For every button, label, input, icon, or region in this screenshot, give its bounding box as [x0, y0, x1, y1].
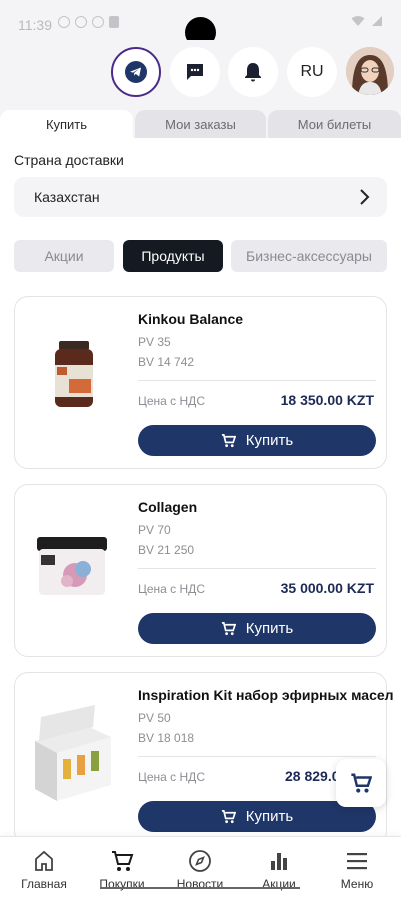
- cart-icon: [221, 622, 236, 636]
- product-pv: PV 35: [138, 335, 171, 349]
- buy-button[interactable]: Купить: [138, 613, 376, 644]
- product-name: Collagen: [138, 499, 198, 515]
- home-icon: [35, 850, 53, 871]
- product-pv: PV 70: [138, 523, 171, 537]
- product-pv: PV 50: [138, 711, 171, 725]
- avatar-image: [346, 47, 394, 95]
- status-time: 11:39: [18, 17, 52, 33]
- avatar[interactable]: [346, 47, 394, 95]
- filter-business-accessories[interactable]: Бизнес-аксессуары: [231, 240, 387, 272]
- main-tabs: Купить Мои заказы Мои билеты: [0, 110, 401, 138]
- cart-icon: [221, 434, 236, 448]
- nav-home[interactable]: Главная: [4, 837, 84, 900]
- buy-button-label: Купить: [245, 808, 294, 825]
- status-notification-icons: [58, 16, 119, 28]
- notification-icon: [75, 16, 87, 28]
- country-selector[interactable]: Казахстан: [14, 177, 387, 217]
- floating-cart-button[interactable]: [336, 759, 386, 807]
- tab-buy[interactable]: Купить: [0, 110, 133, 138]
- buy-button-label: Купить: [245, 432, 294, 449]
- chat-button[interactable]: [170, 47, 220, 97]
- compass-icon: [189, 850, 211, 872]
- nav-purchases[interactable]: Покупки: [82, 837, 162, 900]
- notification-icon: [92, 16, 104, 28]
- product-image: [37, 537, 107, 595]
- product-card[interactable]: Collagen PV 70 BV 21 250 Цена с НДС 35 0…: [14, 484, 387, 657]
- language-button[interactable]: RU: [287, 47, 337, 97]
- wifi-icon: [351, 16, 365, 26]
- price-label: Цена с НДС: [138, 394, 205, 408]
- cart-icon: [112, 851, 134, 871]
- telegram-icon: [125, 61, 147, 83]
- divider: [138, 380, 376, 381]
- buy-button-label: Купить: [245, 620, 294, 637]
- product-price: 28 829.0: [285, 768, 340, 784]
- delivery-country-label: Страна доставки: [14, 152, 124, 168]
- product-price: 18 350.00 KZT: [280, 392, 374, 408]
- product-bv: BV 14 742: [138, 355, 195, 369]
- price-label: Цена с НДС: [138, 770, 205, 784]
- gesture-bar: [100, 887, 300, 889]
- nav-promotions[interactable]: Акции: [239, 837, 319, 900]
- country-value: Казахстан: [34, 189, 100, 205]
- top-header: RU: [0, 40, 401, 110]
- divider: [138, 568, 376, 569]
- tab-my-tickets[interactable]: Мои билеты: [268, 110, 401, 138]
- product-bv: BV 18 018: [138, 731, 195, 745]
- price-label: Цена с НДС: [138, 582, 205, 596]
- product-name: Inspiration Kit набор эфирных масел: [138, 687, 394, 703]
- buy-button[interactable]: Купить: [138, 425, 376, 456]
- telegram-button[interactable]: [111, 47, 161, 97]
- notification-icon: [109, 16, 119, 28]
- menu-icon: [347, 853, 367, 870]
- product-name: Kinkou Balance: [138, 311, 244, 327]
- product-price: 35 000.00 KZT: [280, 580, 374, 596]
- nav-menu[interactable]: Меню: [317, 837, 397, 900]
- filter-promotions[interactable]: Акции: [14, 240, 114, 272]
- tab-my-orders[interactable]: Мои заказы: [135, 110, 266, 138]
- product-bv: BV 21 250: [138, 543, 195, 557]
- cart-icon: [351, 773, 372, 793]
- cart-icon: [221, 810, 236, 824]
- product-image: [35, 705, 111, 801]
- filter-products[interactable]: Продукты: [123, 240, 223, 272]
- category-filters: Акции Продукты Бизнес-аксессуары: [0, 240, 401, 273]
- chat-icon: [187, 64, 203, 80]
- product-card[interactable]: Inspiration Kit набор эфирных масел PV 5…: [14, 672, 394, 845]
- chevron-right-icon: [360, 189, 370, 205]
- product-card[interactable]: Kinkou Balance PV 35 BV 14 742 Цена с НД…: [14, 296, 387, 469]
- notification-icon: [58, 16, 70, 28]
- status-system-icons: [351, 15, 383, 27]
- signal-icon: [372, 16, 382, 26]
- nav-label: Главная: [21, 877, 67, 891]
- divider: [138, 756, 376, 757]
- nav-news[interactable]: Новости: [160, 837, 240, 900]
- bottom-navigation: Главная Покупки Новости Акции Меню: [0, 836, 401, 900]
- nav-label: Меню: [340, 877, 374, 891]
- bell-icon: [245, 63, 261, 82]
- notifications-button[interactable]: [228, 47, 278, 97]
- bar-chart-icon: [271, 853, 287, 870]
- product-image: [55, 341, 93, 407]
